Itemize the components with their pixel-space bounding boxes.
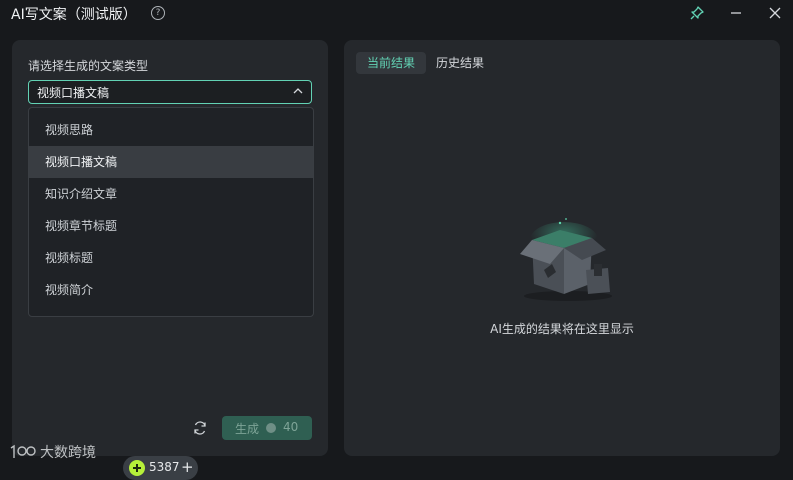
generate-cost: 40 [283, 420, 299, 434]
credit-count: 5387 [149, 460, 180, 474]
copy-type-select[interactable]: 视频口播文稿 [28, 80, 312, 104]
add-credits-icon[interactable]: + [181, 459, 194, 476]
generate-label: 生成 [235, 422, 260, 436]
dropdown-option-video-title[interactable]: 视频标题 [29, 242, 313, 274]
window-title: AI写文案（测试版） [11, 7, 137, 23]
minimize-icon[interactable] [726, 4, 746, 22]
refresh-icon[interactable] [192, 420, 208, 436]
dropdown-option-video-idea[interactable]: 视频思路 [29, 114, 313, 146]
dropdown-option-knowledge-article[interactable]: 知识介绍文章 [29, 178, 313, 210]
copy-type-select-value: 视频口播文稿 [37, 86, 110, 100]
dropdown-option-video-intro[interactable]: 视频简介 [29, 274, 313, 306]
cost-coin-icon [266, 423, 276, 433]
title-bar: AI写文案（测试版） ? [0, 0, 793, 28]
credits-badge[interactable]: 5387 + [123, 456, 198, 480]
tab-history-results[interactable]: 历史结果 [432, 52, 488, 74]
help-icon[interactable]: ? [151, 6, 165, 20]
empty-state-text: AI生成的结果将在这里显示 [490, 322, 634, 336]
credit-coin-icon [129, 460, 145, 476]
right-panel: 当前结果 历史结果 AI生成的结果将在这里显示 [344, 40, 780, 456]
chevron-up-icon [293, 88, 303, 94]
dropdown-option-chapter-titles[interactable]: 视频章节标题 [29, 210, 313, 242]
watermark: 大数跨境 [8, 442, 96, 462]
empty-box-illustration [520, 218, 612, 301]
watermark-text: 大数跨境 [40, 445, 96, 461]
generate-button[interactable]: 生成 40 [222, 416, 312, 440]
watermark-logo-icon [10, 444, 36, 458]
dropdown-option-video-script[interactable]: 视频口播文稿 [29, 146, 313, 178]
tab-current-results[interactable]: 当前结果 [356, 52, 426, 74]
pin-icon[interactable] [687, 4, 707, 22]
copy-type-dropdown: 视频思路 视频口播文稿 知识介绍文章 视频章节标题 视频标题 视频简介 [28, 107, 314, 317]
copy-type-label: 请选择生成的文案类型 [28, 59, 149, 73]
close-icon[interactable] [765, 4, 785, 22]
